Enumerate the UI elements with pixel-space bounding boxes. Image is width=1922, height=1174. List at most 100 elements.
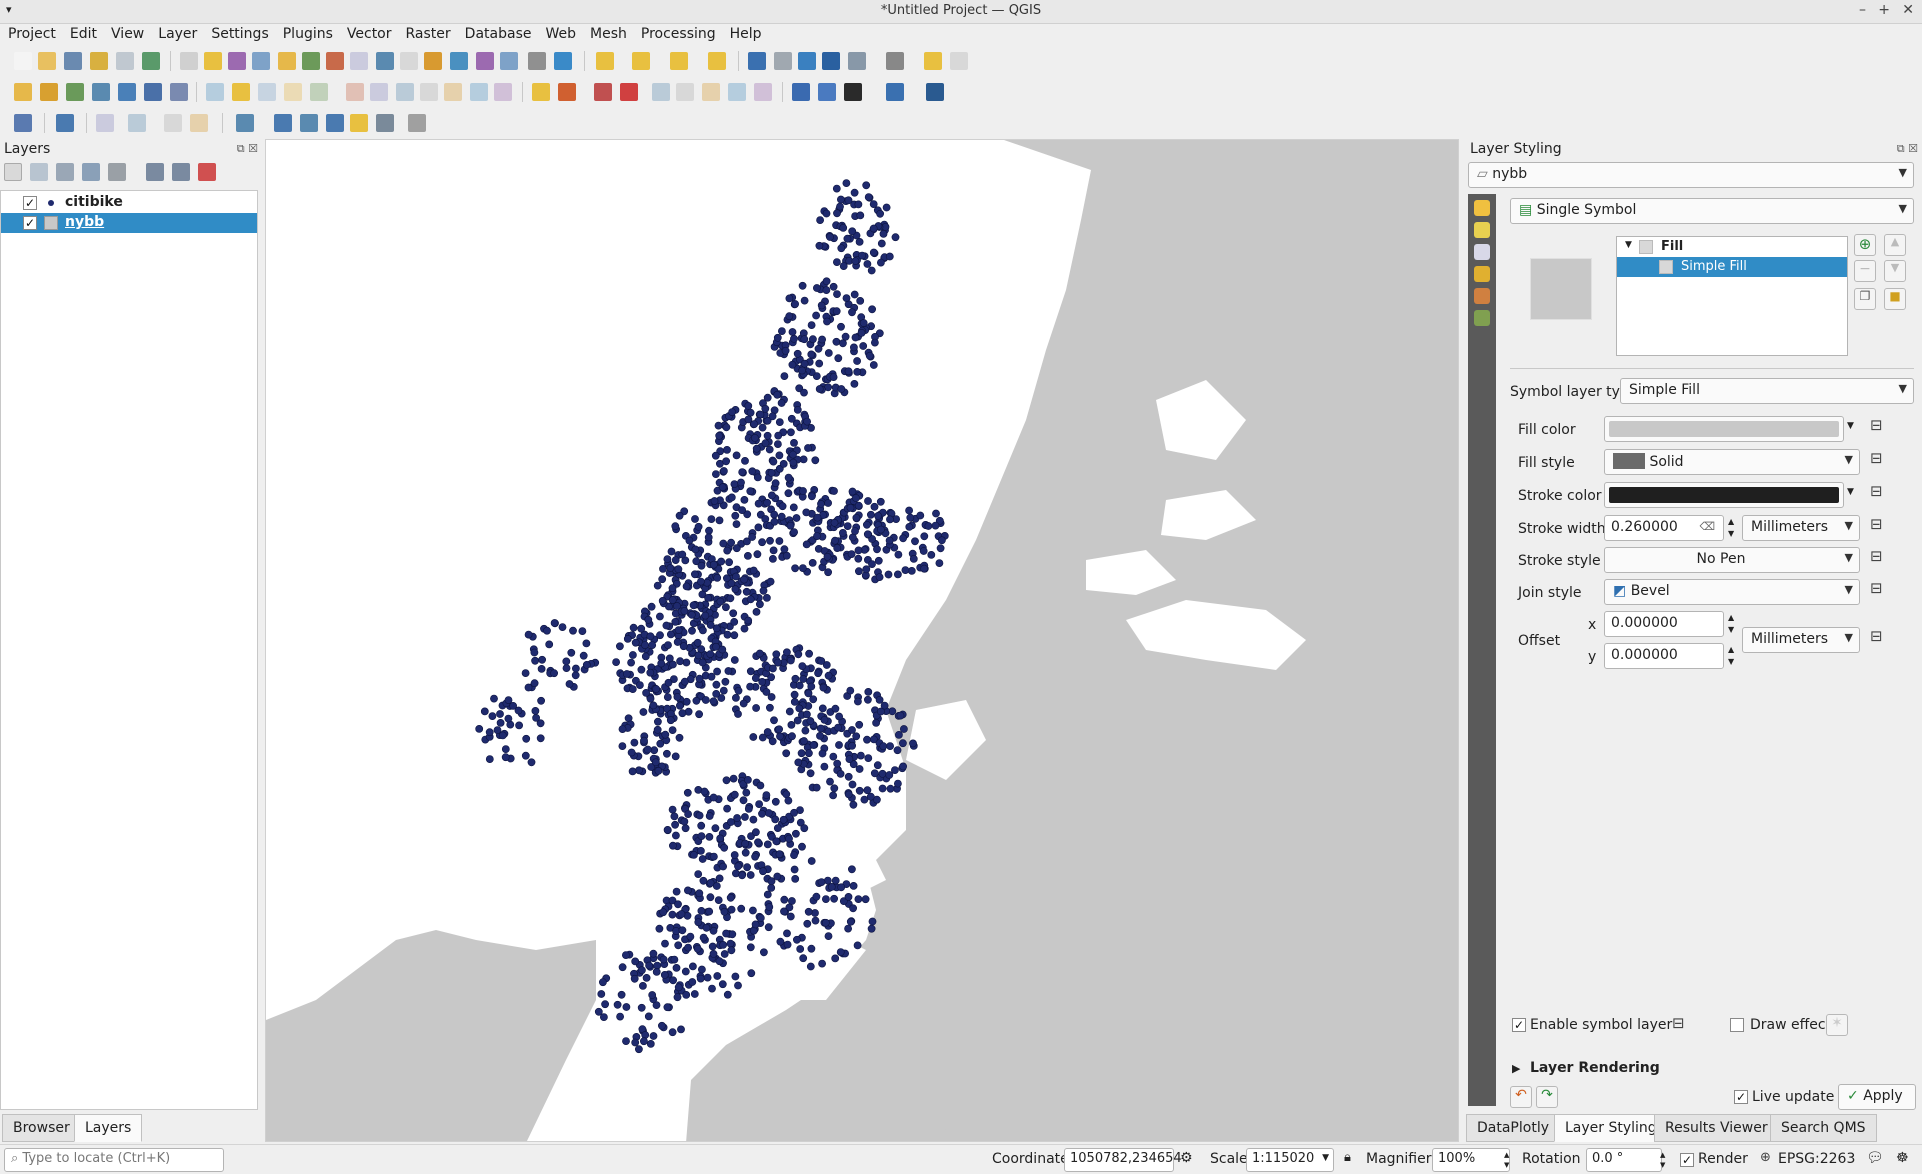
vertex-editor-icon[interactable]: [326, 114, 344, 132]
zoom-native-icon[interactable]: [350, 52, 368, 70]
tab-layer-styling[interactable]: Layer Styling: [1554, 1114, 1668, 1142]
collapse-arrow-icon[interactable]: ▼: [1625, 240, 1632, 250]
qms-settings-icon[interactable]: [844, 83, 862, 101]
minimize-icon[interactable]: –: [1859, 2, 1866, 18]
lock-icon[interactable]: ■: [1884, 288, 1906, 310]
text-annotation-icon[interactable]: [376, 114, 394, 132]
clear-icon[interactable]: ⌫: [1699, 520, 1715, 533]
remove-layer-icon[interactable]: [198, 163, 216, 181]
refresh-icon[interactable]: [554, 52, 572, 70]
dataplotly-icon[interactable]: [14, 114, 32, 132]
identify-icon[interactable]: [748, 52, 766, 70]
history-tab-icon[interactable]: [1474, 310, 1490, 326]
magnifier-spinbox[interactable]: 100%: [1432, 1148, 1510, 1172]
crs-button[interactable]: EPSG:2263: [1778, 1151, 1855, 1167]
spin-arrows-icon[interactable]: ▲ ▼: [1728, 612, 1734, 636]
tab-dataplotly[interactable]: DataPlotly: [1466, 1114, 1560, 1142]
python-console-icon[interactable]: [886, 83, 904, 101]
rotation-spinbox[interactable]: 0.0 °: [1586, 1148, 1662, 1172]
close-panel-icon[interactable]: ☒: [248, 142, 258, 155]
paste-icon[interactable]: [444, 83, 462, 101]
move-up-icon[interactable]: ▲: [1884, 234, 1906, 256]
diagrams-tab-icon[interactable]: [1474, 288, 1490, 304]
menu-raster[interactable]: Raster: [398, 24, 457, 42]
search-qms-icon[interactable]: [818, 83, 836, 101]
label-icon[interactable]: [532, 83, 550, 101]
modify-attributes-icon[interactable]: [346, 83, 364, 101]
menu-edit[interactable]: Edit: [62, 24, 103, 42]
show-hide-labels-icon[interactable]: [728, 83, 746, 101]
zoom-full-icon[interactable]: [278, 52, 296, 70]
renderer-combo[interactable]: ▤ Single Symbol ▼: [1510, 198, 1914, 224]
undo-edit-icon[interactable]: [470, 83, 488, 101]
masks-tab-icon[interactable]: [1474, 244, 1490, 260]
menu-database[interactable]: Database: [457, 24, 538, 42]
trace-icon[interactable]: [128, 114, 146, 132]
stroke-width-spinbox[interactable]: 0.260000 ⌫: [1604, 515, 1724, 541]
label-toolbar-icon[interactable]: [558, 83, 576, 101]
quickmapservices-icon[interactable]: [792, 83, 810, 101]
apply-button[interactable]: ✓ Apply: [1838, 1084, 1916, 1110]
menu-plugins[interactable]: Plugins: [275, 24, 339, 42]
join-style-combo[interactable]: ◩ Bevel ▼: [1604, 579, 1860, 605]
lock-scale-icon[interactable]: 🔒︎: [1344, 1150, 1351, 1165]
new-map-view-icon[interactable]: [424, 52, 442, 70]
menu-mesh[interactable]: Mesh: [582, 24, 633, 42]
spin-arrows-icon[interactable]: ▲ ▼: [1504, 1150, 1509, 1170]
draw-effects-checkbox[interactable]: [1730, 1018, 1744, 1032]
save-project-icon[interactable]: [64, 52, 82, 70]
digitize-icon[interactable]: [284, 83, 302, 101]
zoom-out-icon[interactable]: [252, 52, 270, 70]
layer-rendering-section[interactable]: Layer Rendering: [1530, 1060, 1660, 1076]
tab-results-viewer[interactable]: Results Viewer: [1654, 1114, 1779, 1142]
menu-settings[interactable]: Settings: [203, 24, 274, 42]
map-tips-icon[interactable]: [924, 52, 942, 70]
tab-browser[interactable]: Browser: [2, 1114, 81, 1142]
color-dropdown-icon[interactable]: ▼: [1847, 421, 1854, 431]
copy-icon[interactable]: [420, 83, 438, 101]
messages-icon[interactable]: 💬︎: [1866, 1150, 1884, 1166]
duplicate-layer-icon[interactable]: ❐: [1854, 288, 1876, 310]
annotation-icon[interactable]: [950, 52, 968, 70]
locator-input[interactable]: ⌕ Type to locate (Ctrl+K): [4, 1148, 224, 1172]
color-dropdown-icon[interactable]: ▼: [1847, 487, 1854, 497]
attributes-form-icon[interactable]: [408, 114, 426, 132]
layer-combo[interactable]: ▱ nybb ▼: [1468, 162, 1914, 188]
zoom-last-icon[interactable]: [376, 52, 394, 70]
data-source-manager-icon[interactable]: [14, 83, 32, 101]
labels-tab-icon[interactable]: [1474, 222, 1490, 238]
field-calculator-icon[interactable]: [798, 52, 816, 70]
new-geopackage-icon[interactable]: [40, 83, 58, 101]
statistics-icon[interactable]: [822, 52, 840, 70]
self-snapping-icon[interactable]: [300, 114, 318, 132]
attribute-table-icon[interactable]: [774, 52, 792, 70]
temporal-controller-icon[interactable]: [528, 52, 546, 70]
rotate-label-icon[interactable]: [676, 83, 694, 101]
zoom-to-layer-icon[interactable]: [326, 52, 344, 70]
reshape-icon[interactable]: [164, 114, 182, 132]
menu-help[interactable]: Help: [722, 24, 768, 42]
offset-y-spinbox[interactable]: 0.000000: [1604, 643, 1724, 669]
offset-x-spinbox[interactable]: 0.000000: [1604, 611, 1724, 637]
move-down-icon[interactable]: ▼: [1884, 260, 1906, 282]
pan-map-icon[interactable]: [180, 52, 198, 70]
add-virtual-icon[interactable]: [170, 83, 188, 101]
open-table-icon[interactable]: [848, 52, 866, 70]
manage-map-themes-icon[interactable]: [56, 163, 74, 181]
close-icon[interactable]: ✕: [1902, 2, 1914, 18]
save-as-icon[interactable]: [90, 52, 108, 70]
new-project-icon[interactable]: [14, 52, 32, 70]
metasearch-icon[interactable]: [926, 83, 944, 101]
redo-edit-icon[interactable]: [494, 83, 512, 101]
open-styling-icon[interactable]: [4, 163, 22, 181]
data-defined-override-icon[interactable]: ⊟: [1672, 1014, 1694, 1036]
spin-arrows-icon[interactable]: ▲ ▼: [1728, 644, 1734, 668]
coordinate-field[interactable]: 1050782,234654: [1064, 1148, 1182, 1172]
3d-view-tab-icon[interactable]: [1474, 266, 1490, 282]
filter-legend-icon[interactable]: [82, 163, 100, 181]
change-label-icon[interactable]: [702, 83, 720, 101]
measure-icon[interactable]: [886, 52, 904, 70]
offset-unit-combo[interactable]: Millimeters ▼: [1742, 627, 1860, 653]
filter-expression-icon[interactable]: [108, 163, 126, 181]
add-vector-icon[interactable]: [66, 83, 84, 101]
